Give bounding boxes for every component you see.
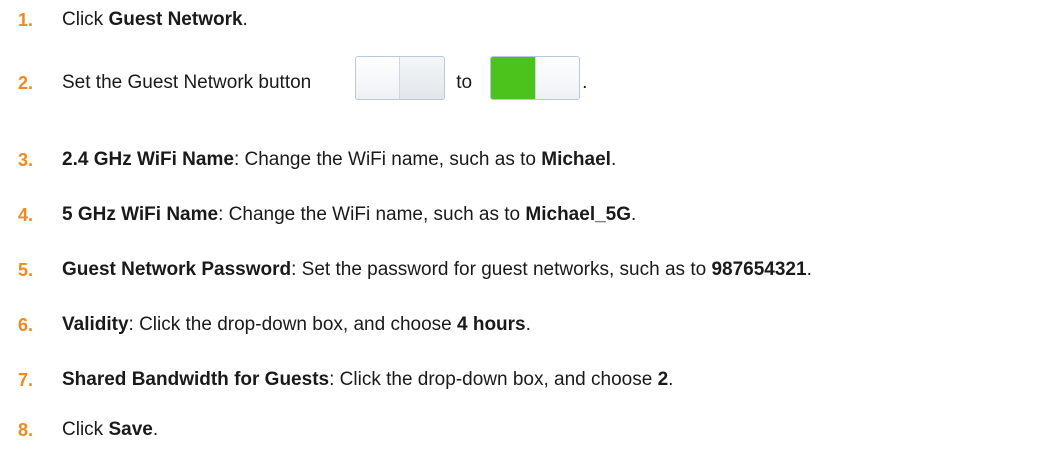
step-text-bold: 2.4 GHz WiFi Name [62,149,234,170]
step-text-post: . [631,204,637,225]
step-text-bold: Validity [62,314,129,335]
step-text: Click Save. [62,419,158,441]
step-number: 4. [18,204,34,225]
step-text: 5 GHz WiFi Name: Change the WiFi name, s… [62,204,636,226]
step-6: 6. Validity: Click the drop-down box, an… [18,310,531,340]
step-text-pre: Click [62,419,109,440]
step-text-post: . [152,419,159,440]
step-text-bold2: Michael [541,149,611,170]
step-text-bold: Shared Bandwidth for Guests [62,369,330,390]
step-text: Shared Bandwidth for Guests: Click the d… [62,369,673,391]
step-number: 1. [18,9,34,30]
step-text-post: . [525,314,531,335]
step-text-pre: : Set the password for guest networks, s… [291,259,712,280]
step-text-post: . [668,369,674,390]
step-number: 2. [18,72,34,93]
step-3: 3. 2.4 GHz WiFi Name: Change the WiFi na… [18,145,616,175]
step-7: 7. Shared Bandwidth for Guests: Click th… [18,365,673,395]
step-text: Validity: Click the drop-down box, and c… [62,314,531,336]
step-number: 8. [18,419,34,440]
step-text-bold2: 4 hours [457,314,526,335]
step-text: 2.4 GHz WiFi Name: Change the WiFi name,… [62,149,616,171]
step-2: 2. Set the Guest Network button to . [18,56,588,106]
step-text-bold: Guest Network Password [62,259,292,280]
step-text-pre: : Change the WiFi name, such as to [218,204,526,225]
toggle-switch-off-icon [355,56,446,100]
instruction-steps: 1. Click Guest Network. 2. Set the Guest… [0,0,1058,450]
step-text-bold2: 2 [657,369,669,390]
step-number: 5. [18,259,34,280]
toggle-switch-on-icon [490,56,581,100]
step-text-post: . [582,72,588,93]
step-text-bold: Guest Network [108,9,243,30]
step-1: 1. Click Guest Network. [18,5,248,35]
step-text: Set the Guest Network button to . [62,56,588,100]
step-number: 3. [18,149,34,170]
step-text-post: . [610,149,617,170]
step-5: 5. Guest Network Password: Set the passw… [18,255,812,285]
step-number: 7. [18,369,34,390]
step-text-post: . [242,9,248,30]
step-text-bold2: 987654321 [711,259,807,280]
step-text-pre: : Change the WiFi name, such as to [233,149,542,170]
step-text-mid: to [456,72,473,93]
step-8: 8. Click Save. [18,415,158,445]
step-text: Click Guest Network. [62,9,248,31]
step-number: 6. [18,314,34,335]
step-text-pre: : Click the drop-down box, and choose [128,314,457,335]
step-text-post: . [806,259,812,280]
step-text-bold2: Michael_5G [525,204,632,225]
step-text-pre: Click [62,9,109,30]
step-text-pre: : Click the drop-down box, and choose [329,369,658,390]
step-4: 4. 5 GHz WiFi Name: Change the WiFi name… [18,200,636,230]
step-text-bold: 5 GHz WiFi Name [62,204,219,225]
step-text: Guest Network Password: Set the password… [62,259,812,281]
step-text-pre: Set the Guest Network button [62,72,312,93]
step-text-bold: Save [108,419,153,440]
